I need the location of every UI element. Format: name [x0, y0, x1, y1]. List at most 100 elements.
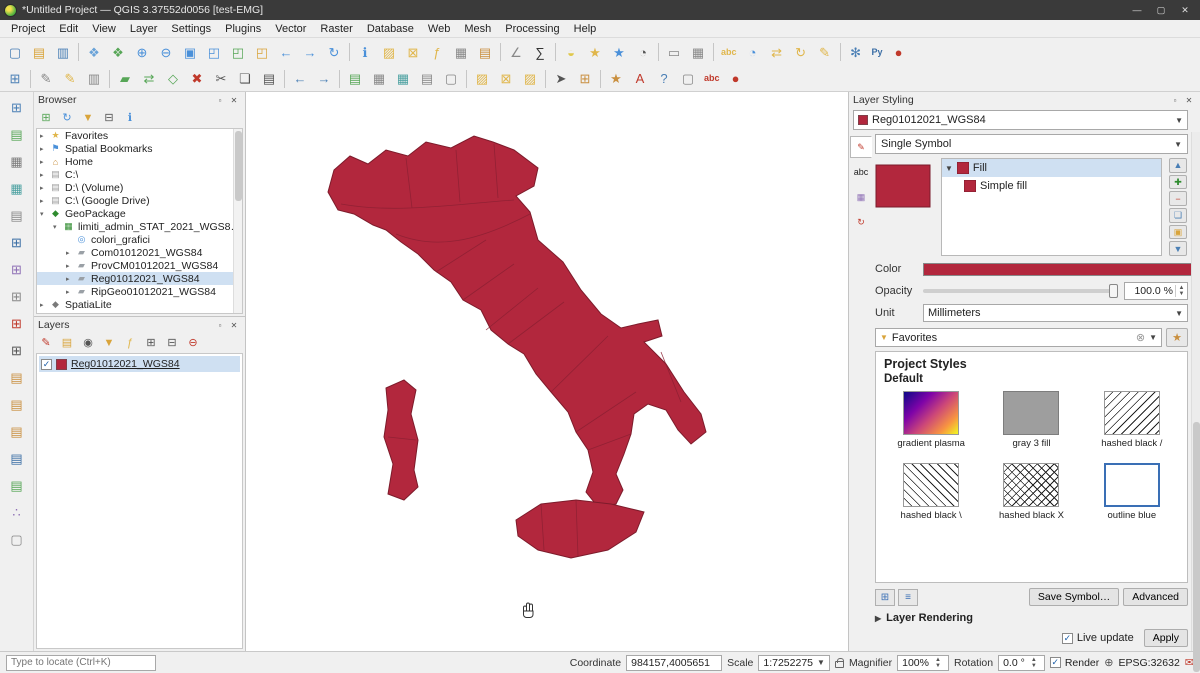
layer-rendering-section[interactable]: ▶ Layer Rendering	[875, 612, 1188, 624]
decorations-button[interactable]: abc	[700, 68, 724, 90]
duplicate-symbol-layer-button[interactable]: ❏	[1169, 208, 1187, 223]
collapse-all-button[interactable]: ⊟	[99, 109, 119, 127]
save-symbol-button[interactable]: Save Symbol…	[1029, 588, 1119, 606]
style-gradient-plasma[interactable]: gradient plasma	[884, 391, 978, 449]
scale-select[interactable]: 1:7252275 ▼	[758, 655, 830, 671]
layer-labeling-button[interactable]: abc	[717, 41, 741, 63]
toggle-editing-button[interactable]: ✎	[58, 68, 82, 90]
tab-symbology[interactable]: ✎	[850, 136, 872, 158]
browser-item-drive-c[interactable]: ▸ ▤ C:\	[37, 168, 242, 181]
add-mesh-layer-button[interactable]: ▦	[4, 176, 30, 201]
add-delimited-text-layer-button[interactable]: ▤	[415, 68, 439, 90]
copy-features-button[interactable]: ❏	[233, 68, 257, 90]
menu-plugins[interactable]: Plugins	[218, 22, 268, 36]
list-view-button[interactable]: ≡	[898, 589, 918, 606]
new-project-button[interactable]: ▢	[3, 41, 27, 63]
add-vector-layer-button[interactable]: ▤	[4, 122, 30, 147]
float-panel-button[interactable]: ▫	[213, 319, 227, 332]
new-virtual-layer-button[interactable]: ▢	[4, 527, 30, 552]
menu-project[interactable]: Project	[4, 22, 52, 36]
browser-item-google-drive[interactable]: ▸ ▤ C:\ (Google Drive)	[37, 194, 242, 207]
spinner-arrows-icon[interactable]: ▲▼	[932, 657, 944, 669]
spinner-arrows-icon[interactable]: ▲▼	[1175, 285, 1187, 297]
add-postgis-layer-button[interactable]: ⊞	[4, 230, 30, 255]
add-mesh-layer-button[interactable]: ▦	[391, 68, 415, 90]
render-checkbox[interactable]: Render	[1050, 657, 1099, 669]
current-edits-button[interactable]: ✎	[34, 68, 58, 90]
filter-by-expression-button[interactable]: ƒ	[120, 334, 140, 352]
browser-item-drive-d[interactable]: ▸ ▤ D:\ (Volume)	[37, 181, 242, 194]
apply-button[interactable]: Apply	[1144, 629, 1188, 647]
browser-item-com[interactable]: ▸ ▰ Com01012021_WGS84	[37, 246, 242, 259]
minimize-button[interactable]: —	[1126, 2, 1148, 18]
add-spatialite-layer-button[interactable]: ⊞	[4, 257, 30, 282]
refresh-map-button[interactable]: ↻	[322, 41, 346, 63]
delete-selected-button[interactable]: ✖	[185, 68, 209, 90]
new-temporary-scratch-layer-button[interactable]: ▢	[439, 68, 463, 90]
menu-web[interactable]: Web	[421, 22, 457, 36]
browser-item-spatial-bookmarks[interactable]: ▸ ⚑ Spatial Bookmarks	[37, 142, 242, 155]
select-by-value-button[interactable]: ▨	[518, 68, 542, 90]
map-tips-button[interactable]: ◒	[559, 41, 583, 63]
add-vector-layer-button[interactable]: ▤	[343, 68, 367, 90]
close-panel-button[interactable]: ✕	[227, 94, 241, 107]
select-by-expression-button[interactable]: ƒ	[425, 41, 449, 63]
filter-browser-button[interactable]: ▼	[78, 109, 98, 127]
annotation-toolbar-button[interactable]: A	[628, 68, 652, 90]
opacity-slider[interactable]	[923, 289, 1118, 293]
add-symbol-layer-button[interactable]: ✚	[1169, 175, 1187, 190]
zoom-last-button[interactable]: ←	[274, 41, 298, 63]
properties-widget-button[interactable]: ℹ	[120, 109, 140, 127]
move-label-button[interactable]: ⇄	[765, 41, 789, 63]
deselect-features-button[interactable]: ⊠	[401, 41, 425, 63]
new-map-view-button[interactable]: ▢	[676, 68, 700, 90]
layer-row-reg01012021[interactable]: Reg01012021_WGS84	[39, 356, 240, 372]
style-hashed-black-slash[interactable]: hashed black /	[1085, 391, 1179, 449]
add-raster-layer-button[interactable]: ▦	[367, 68, 391, 90]
layer-diagram-button[interactable]: ◔	[741, 41, 765, 63]
help-button[interactable]: ?	[652, 68, 676, 90]
open-data-source-manager-button[interactable]: ⊞	[3, 68, 27, 90]
rotate-label-button[interactable]: ↻	[789, 41, 813, 63]
close-panel-button[interactable]: ✕	[1182, 94, 1196, 107]
close-panel-button[interactable]: ✕	[227, 319, 241, 332]
add-hana-layer-button[interactable]: ⊞	[4, 338, 30, 363]
tab-labels[interactable]: abc	[850, 161, 872, 183]
live-update-checkbox[interactable]: Live update	[1062, 632, 1134, 644]
styling-layer-selector[interactable]: Reg01012021_WGS84 ▼	[853, 110, 1188, 130]
maximize-button[interactable]: ▢	[1150, 2, 1172, 18]
measure-button[interactable]: ∠	[504, 41, 528, 63]
data-source-manager-button[interactable]: ⊞	[4, 95, 30, 120]
zoom-to-selection-button[interactable]: ◰	[226, 41, 250, 63]
cut-features-button[interactable]: ✂	[209, 68, 233, 90]
menu-edit[interactable]: Edit	[52, 22, 85, 36]
checkbox-icon[interactable]	[1050, 657, 1061, 668]
menu-database[interactable]: Database	[360, 22, 421, 36]
lock-symbol-layer-button[interactable]: ▣	[1169, 225, 1187, 240]
menu-mesh[interactable]: Mesh	[457, 22, 498, 36]
menu-vector[interactable]: Vector	[268, 22, 313, 36]
spinner-arrows-icon[interactable]: ▲▼	[1028, 657, 1040, 669]
open-layer-styling-button[interactable]: ✎	[36, 334, 56, 352]
filter-legend-button[interactable]: ▼	[99, 334, 119, 352]
add-raster-layer-button[interactable]: ▦	[4, 149, 30, 174]
menu-view[interactable]: View	[85, 22, 123, 36]
zoom-out-button[interactable]: ⊖	[154, 41, 178, 63]
browser-item-geopackage[interactable]: ▾ ◆ GeoPackage	[37, 207, 242, 220]
icon-view-button[interactable]: ⊞	[875, 589, 895, 606]
undo-button[interactable]: ←	[288, 68, 312, 90]
add-delimited-text-layer-button[interactable]: ▤	[4, 203, 30, 228]
paste-features-button[interactable]: ▤	[257, 68, 281, 90]
float-panel-button[interactable]: ▫	[213, 94, 227, 107]
layer-visibility-checkbox[interactable]	[41, 359, 52, 370]
map-actions-button[interactable]: ➤	[549, 68, 573, 90]
zoom-in-button[interactable]: ⊕	[130, 41, 154, 63]
magnifier-spinbox[interactable]: 100% ▲▼	[897, 655, 949, 671]
show-style-manager-button[interactable]: ★	[604, 68, 628, 90]
float-panel-button[interactable]: ▫	[1168, 94, 1182, 107]
add-selected-layers-button[interactable]: ⊞	[36, 109, 56, 127]
new-bookmark-button[interactable]: ★	[583, 41, 607, 63]
browser-item-spatialite[interactable]: ▸ ◆ SpatiaLite	[37, 298, 242, 311]
advanced-button[interactable]: Advanced	[1123, 588, 1188, 606]
expand-all-button[interactable]: ⊞	[141, 334, 161, 352]
